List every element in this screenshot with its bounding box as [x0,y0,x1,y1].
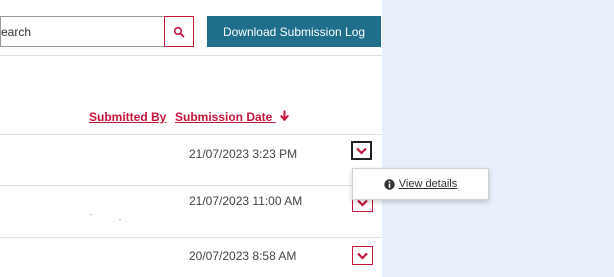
row-submission-date: 21/07/2023 11:00 AM [189,194,303,208]
search-input-value: earch [1,25,32,39]
download-button-label: Download Submission Log [222,24,366,39]
column-header-submission-date[interactable]: Submission Date [175,110,289,124]
chevron-down-icon [356,147,367,155]
search-icon [173,26,185,37]
page-background [382,0,614,277]
row-actions-menu: View details [352,168,489,200]
row-submission-date: 20/07/2023 8:58 AM [189,249,297,263]
row-divider [0,185,382,186]
column-header-submission-date-label: Submission Date [175,110,273,124]
info-circle-icon [384,178,395,190]
row-actions-button[interactable] [352,246,373,265]
row-submission-date: 21/07/2023 3:23 PM [189,147,298,161]
row-actions-button[interactable] [351,141,372,160]
chevron-down-icon [357,252,368,260]
sort-descending-icon [279,110,289,121]
column-header-submitted-by-label: Submitted By [89,110,167,124]
view-details-link[interactable]: View details [399,178,458,190]
faint-mark [90,214,92,215]
column-header-submitted-by[interactable]: Submitted By [89,110,166,124]
submissions-panel: earch Download Submission Log Submitted … [0,0,382,277]
divider [0,55,382,56]
row-divider [0,134,382,135]
row-divider [0,237,382,238]
faint-mark [119,219,121,220]
search-button[interactable] [164,16,194,47]
search-input[interactable]: earch [0,16,164,47]
download-submission-log-button[interactable]: Download Submission Log [207,16,381,47]
